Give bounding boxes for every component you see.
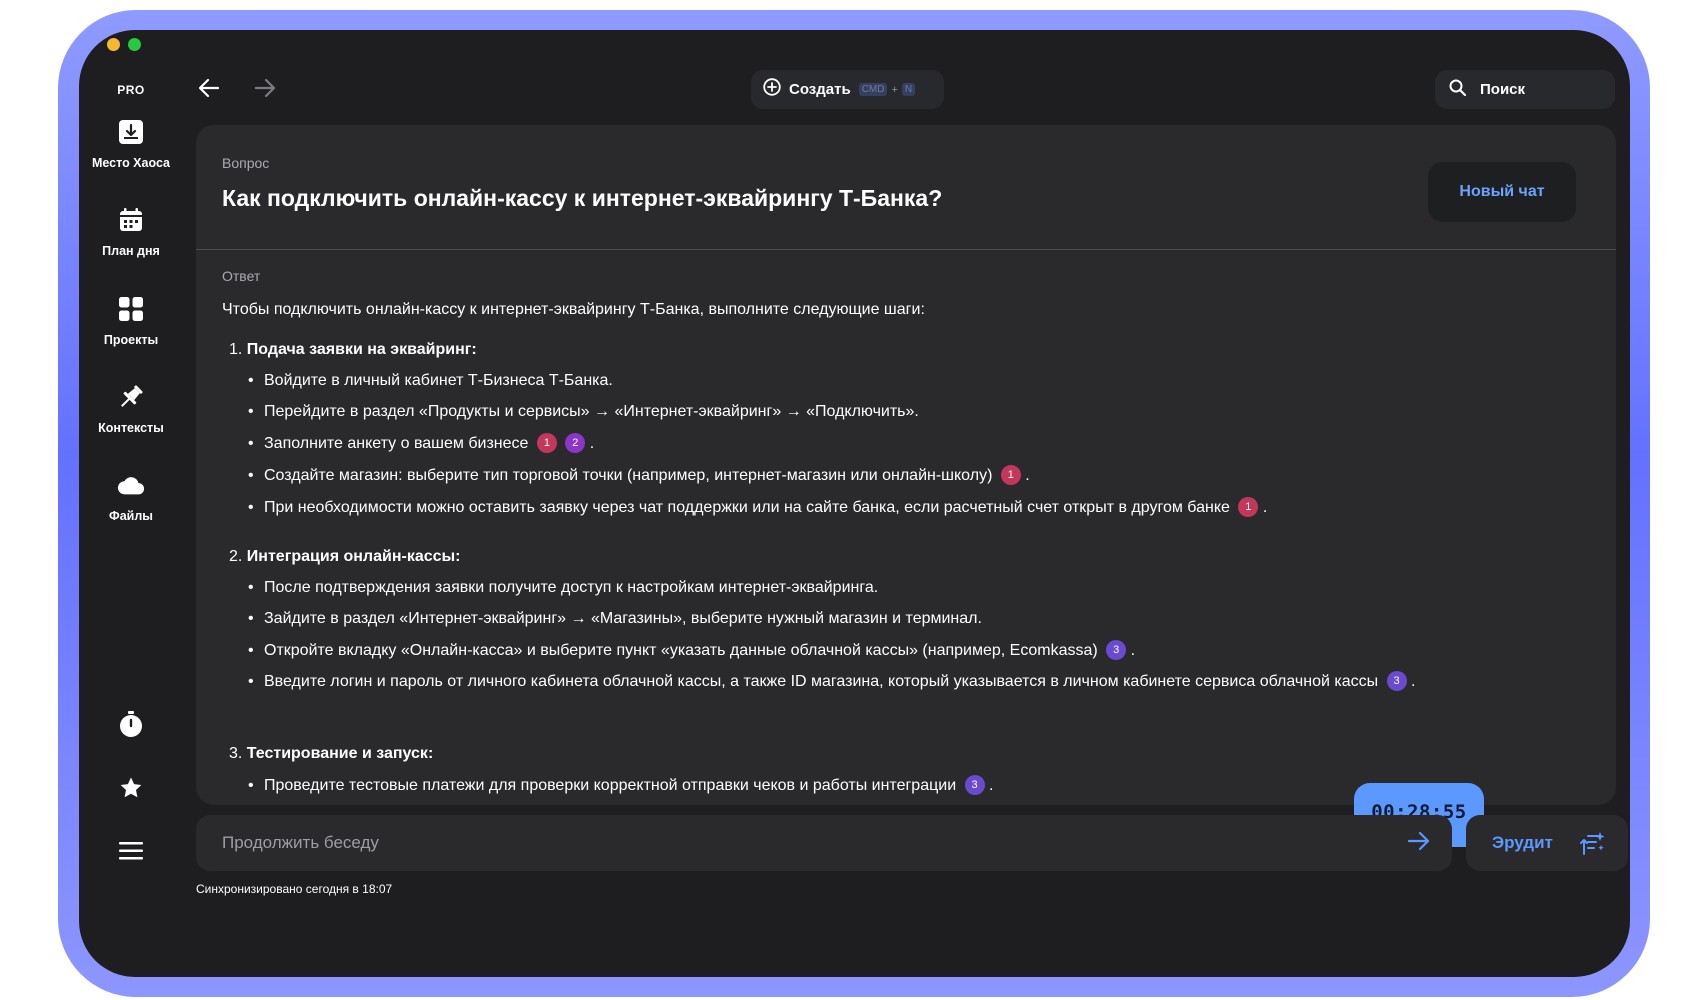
sidebar-item-label: Контексты [98, 421, 164, 435]
citation-badge[interactable]: 1 [536, 433, 557, 453]
citation-badge[interactable]: 3 [1106, 640, 1127, 660]
sync-status: Синхронизировано сегодня в 18:07 [196, 882, 393, 896]
period: . [1262, 499, 1268, 516]
list-item: После подтверждения заявки получите дост… [248, 575, 1428, 601]
section-title: Подача заявки на эквайринг: [246, 341, 477, 358]
citation-badge[interactable]: 1 [1000, 465, 1021, 485]
list-item: Войдите в личный кабинет Т-Бизнеса Т-Бан… [248, 368, 1428, 394]
period: . [1130, 642, 1136, 659]
stopwatch-icon [118, 710, 144, 743]
model-selector-button[interactable]: Эрудит [1466, 815, 1628, 871]
citation-badge[interactable]: 1 [1238, 497, 1259, 517]
search-button[interactable]: Поиск [1435, 70, 1615, 109]
arrow-left-icon [198, 78, 220, 102]
inbox-icon [117, 118, 145, 146]
chat-panel: Вопрос Как подключить онлайн-кассу к инт… [196, 125, 1616, 805]
section-heading: 1. Подача заявки на эквайринг: [229, 341, 477, 359]
grid-icon [117, 295, 145, 323]
shortcut-key: N [901, 83, 916, 96]
chat-input-placeholder: Продолжить беседу [222, 833, 379, 852]
citation-badge[interactable]: 2 [565, 433, 586, 453]
bullet-text: После подтверждения заявки получите дост… [264, 579, 879, 596]
citation-badge[interactable]: 3 [964, 775, 985, 795]
shortcut-plus: + [891, 83, 898, 96]
send-arrow-icon[interactable] [1407, 831, 1430, 856]
list-item: Перейдите в раздел «Продукты и сервисы» … [248, 399, 1428, 425]
list-item: Зайдите в раздел «Интернет-эквайринг» → … [248, 606, 1428, 632]
bullet-text: Заполните анкету о вашем бизнесе [264, 435, 529, 452]
pro-badge: PRO [117, 83, 145, 97]
cloud-icon [117, 471, 145, 499]
question-title: Как подключить онлайн-кассу к интернет-э… [222, 185, 943, 211]
bullet-text: Откройте вкладку «Онлайн-касса» и выбери… [264, 642, 1098, 659]
arrow-right-icon [254, 78, 276, 102]
shortcut-key: CMD [858, 83, 888, 96]
app-window: PRO Место Хаоса План дня Проекты Контекс… [79, 30, 1630, 977]
sidebar-item-files[interactable]: Файлы [79, 471, 183, 523]
create-button[interactable]: Создать CMD + N [751, 70, 944, 109]
bullet-text: Перейдите в раздел «Продукты и сервисы» … [264, 403, 919, 420]
forward-button[interactable] [245, 70, 285, 110]
star-icon [119, 776, 143, 805]
period: . [589, 435, 595, 452]
section-number: 1. [229, 341, 243, 358]
sidebar-item-day-plan[interactable]: План дня [79, 206, 183, 258]
chat-input[interactable]: Продолжить беседу [196, 815, 1452, 871]
bullet-text: При необходимости можно оставить заявку … [264, 499, 1230, 516]
list-item: Введите логин и пароль от личного кабине… [248, 669, 1428, 695]
sidebar-item-projects[interactable]: Проекты [79, 295, 183, 347]
bullet-text: Войдите в личный кабинет Т-Бизнеса Т-Бан… [264, 372, 613, 389]
model-label: Эрудит [1492, 833, 1553, 852]
timer-button[interactable] [79, 710, 183, 743]
sidebar: PRO Место Хаоса План дня Проекты Контекс… [79, 30, 183, 977]
list-item: Создайте магазин: выберите тип торговой … [248, 463, 1428, 489]
answer-intro: Чтобы подключить онлайн-кассу к интернет… [222, 301, 925, 318]
new-chat-button[interactable]: Новый чат [1428, 162, 1576, 222]
menu-button[interactable] [79, 842, 183, 865]
back-button[interactable] [189, 70, 229, 110]
section-title: Тестирование и запуск: [246, 745, 434, 762]
section-title: Интеграция онлайн-кассы: [246, 548, 461, 565]
sidebar-item-contexts[interactable]: Контексты [79, 383, 183, 435]
question-label: Вопрос [222, 155, 270, 171]
sidebar-item-label: Файлы [109, 509, 153, 523]
period: . [1411, 673, 1416, 690]
create-label: Создать [789, 81, 851, 98]
sidebar-item-chaos[interactable]: Место Хаоса [79, 118, 183, 170]
citation-badge[interactable]: 3 [1386, 671, 1407, 691]
section-heading: 3. Тестирование и запуск: [229, 745, 433, 763]
favorites-button[interactable] [79, 776, 183, 805]
calendar-icon [117, 206, 145, 234]
list-item: При необходимости можно оставить заявку … [248, 495, 1428, 521]
plus-circle-icon [763, 78, 781, 101]
sidebar-item-label: План дня [102, 244, 160, 258]
section-number: 3. [229, 745, 243, 762]
bullet-text: Создайте магазин: выберите тип торговой … [264, 467, 993, 484]
pin-icon [117, 383, 145, 411]
list-item: Откройте вкладку «Онлайн-касса» и выбери… [248, 638, 1428, 664]
section-number: 2. [229, 548, 243, 565]
bullet-text: Проведите тестовые платежи для проверки … [264, 777, 957, 794]
menu-icon [119, 842, 143, 865]
search-icon [1449, 79, 1467, 101]
bullet-text: Введите логин и пароль от личного кабине… [264, 673, 1379, 690]
period: . [1025, 467, 1030, 484]
search-label: Поиск [1480, 81, 1526, 98]
answer-label: Ответ [222, 268, 261, 284]
divider [196, 249, 1616, 250]
section-heading: 2. Интеграция онлайн-кассы: [229, 548, 461, 566]
bullet-text: Зайдите в раздел «Интернет-эквайринг» → … [264, 610, 982, 627]
sidebar-item-label: Место Хаоса [91, 156, 171, 170]
list-item: Заполните анкету о вашем бизнесе 1 2 . [248, 431, 1428, 457]
list-item: Проведите тестовые платежи для проверки … [248, 773, 1428, 799]
ai-sparkle-icon [1580, 830, 1606, 861]
period: . [989, 777, 994, 794]
sidebar-item-label: Проекты [103, 333, 159, 347]
